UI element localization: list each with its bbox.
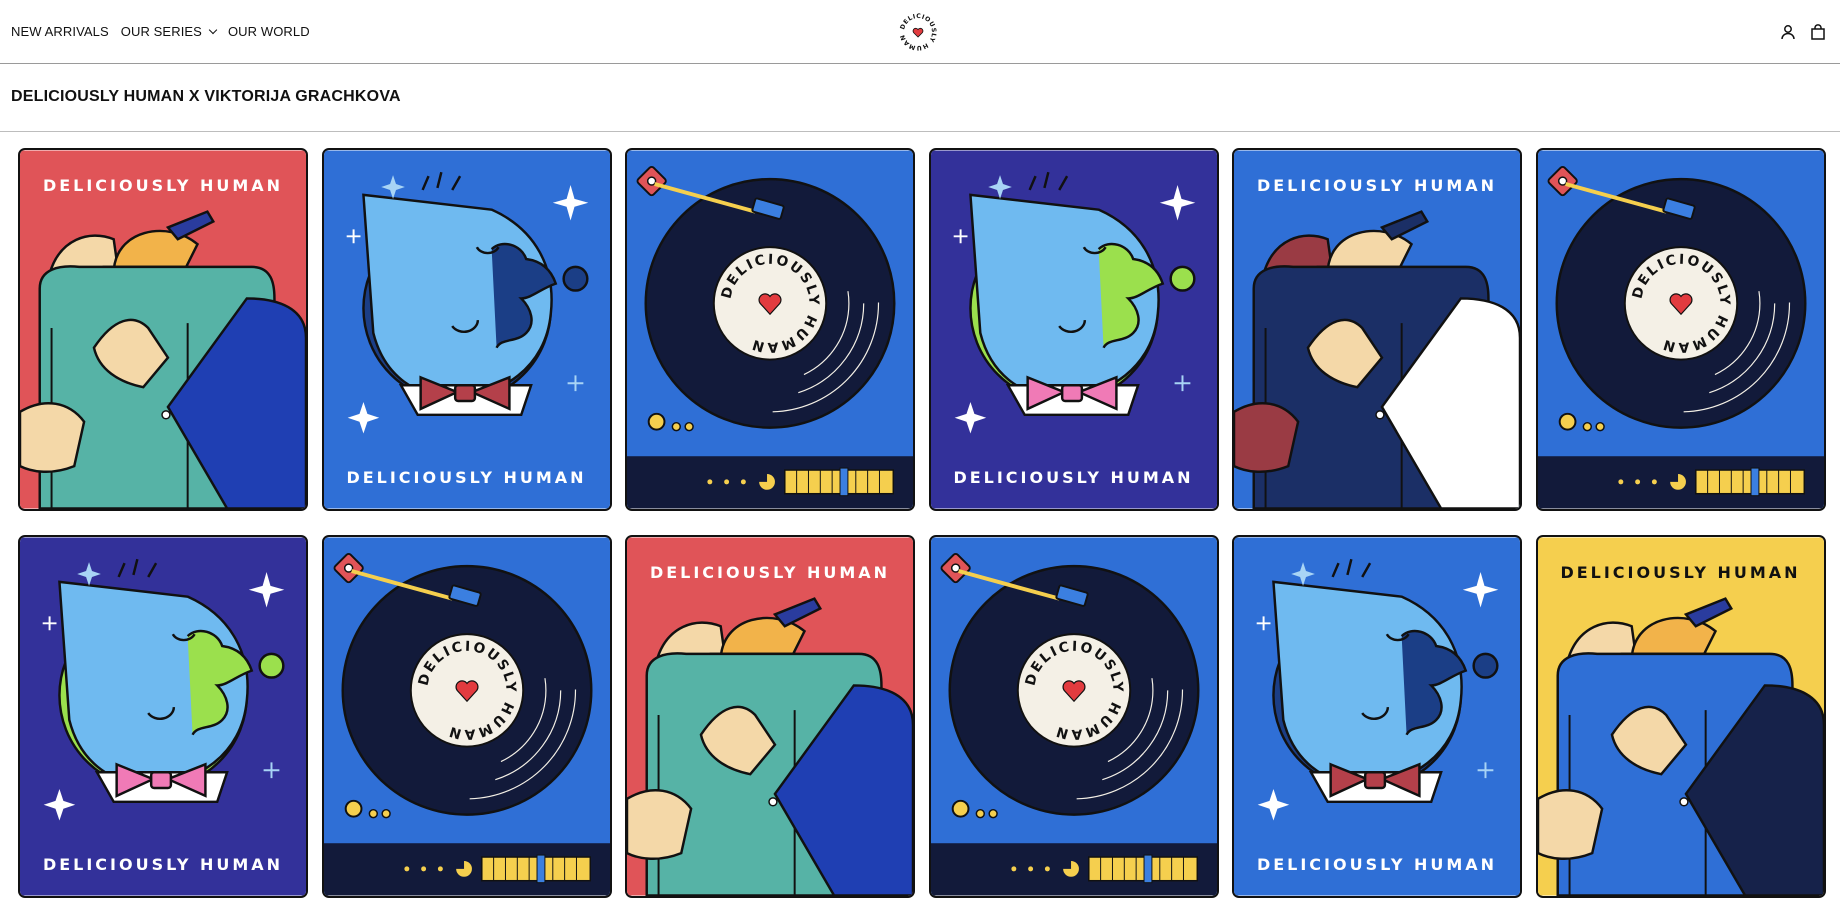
chevron-down-icon xyxy=(208,25,218,35)
product-card-hug-card[interactable]: DELICIOUSLY HUMAN xyxy=(1232,148,1522,511)
product-grid: DELICIOUSLY HUMAN DELICIOUSLY HUMAN DELI… xyxy=(18,148,1826,898)
cart-icon[interactable] xyxy=(1810,24,1826,40)
product-card-record-card[interactable]: DELICIOUSLY HUMAN xyxy=(1535,148,1826,511)
product-card-face-card[interactable]: DELICIOUSLY HUMAN xyxy=(321,148,612,511)
collection-header: DELICIOUSLY HUMAN X VIKTORIJA GRACHKOVA xyxy=(0,65,1840,132)
site-header: NEW ARRIVALS OUR SERIES OUR WORLD DELICI… xyxy=(0,0,1840,64)
account-icon[interactable] xyxy=(1780,24,1796,40)
product-card-record-card[interactable]: DELICIOUSLY HUMAN xyxy=(321,535,612,898)
product-card-hug-card[interactable]: DELICIOUSLY HUMAN xyxy=(18,148,308,511)
product-card-record-card[interactable]: DELICIOUSLY HUMAN xyxy=(625,148,915,511)
nav-new-arrivals-label: NEW ARRIVALS xyxy=(11,24,109,39)
nav-our-world[interactable]: OUR WORLD xyxy=(228,24,310,39)
product-card-hug-card[interactable]: DELICIOUSLY HUMAN xyxy=(1535,535,1826,898)
product-card-record-card[interactable]: DELICIOUSLY HUMAN xyxy=(928,535,1219,898)
main-nav: NEW ARRIVALS OUR SERIES OUR WORLD xyxy=(11,24,310,39)
page-title: DELICIOUSLY HUMAN X VIKTORIJA GRACHKOVA xyxy=(11,88,401,105)
nav-our-world-label: OUR WORLD xyxy=(227,24,310,39)
nav-new-arrivals[interactable]: NEW ARRIVALS xyxy=(11,24,109,39)
product-card-hug-card[interactable]: DELICIOUSLY HUMAN xyxy=(625,535,915,898)
product-card-face-card[interactable]: DELICIOUSLY HUMAN xyxy=(1232,535,1522,898)
product-card-face-card[interactable]: DELICIOUSLY HUMAN xyxy=(18,535,308,898)
header-actions xyxy=(1780,24,1826,40)
logo-icon: DELICIOUSLY HUMAN xyxy=(899,13,936,51)
nav-our-series-label: OUR SERIES xyxy=(120,24,202,39)
nav-our-series[interactable]: OUR SERIES xyxy=(120,24,218,39)
brand-logo[interactable]: DELICIOUSLY HUMAN xyxy=(896,10,940,54)
product-card-face-card[interactable]: DELICIOUSLY HUMAN xyxy=(928,148,1219,511)
